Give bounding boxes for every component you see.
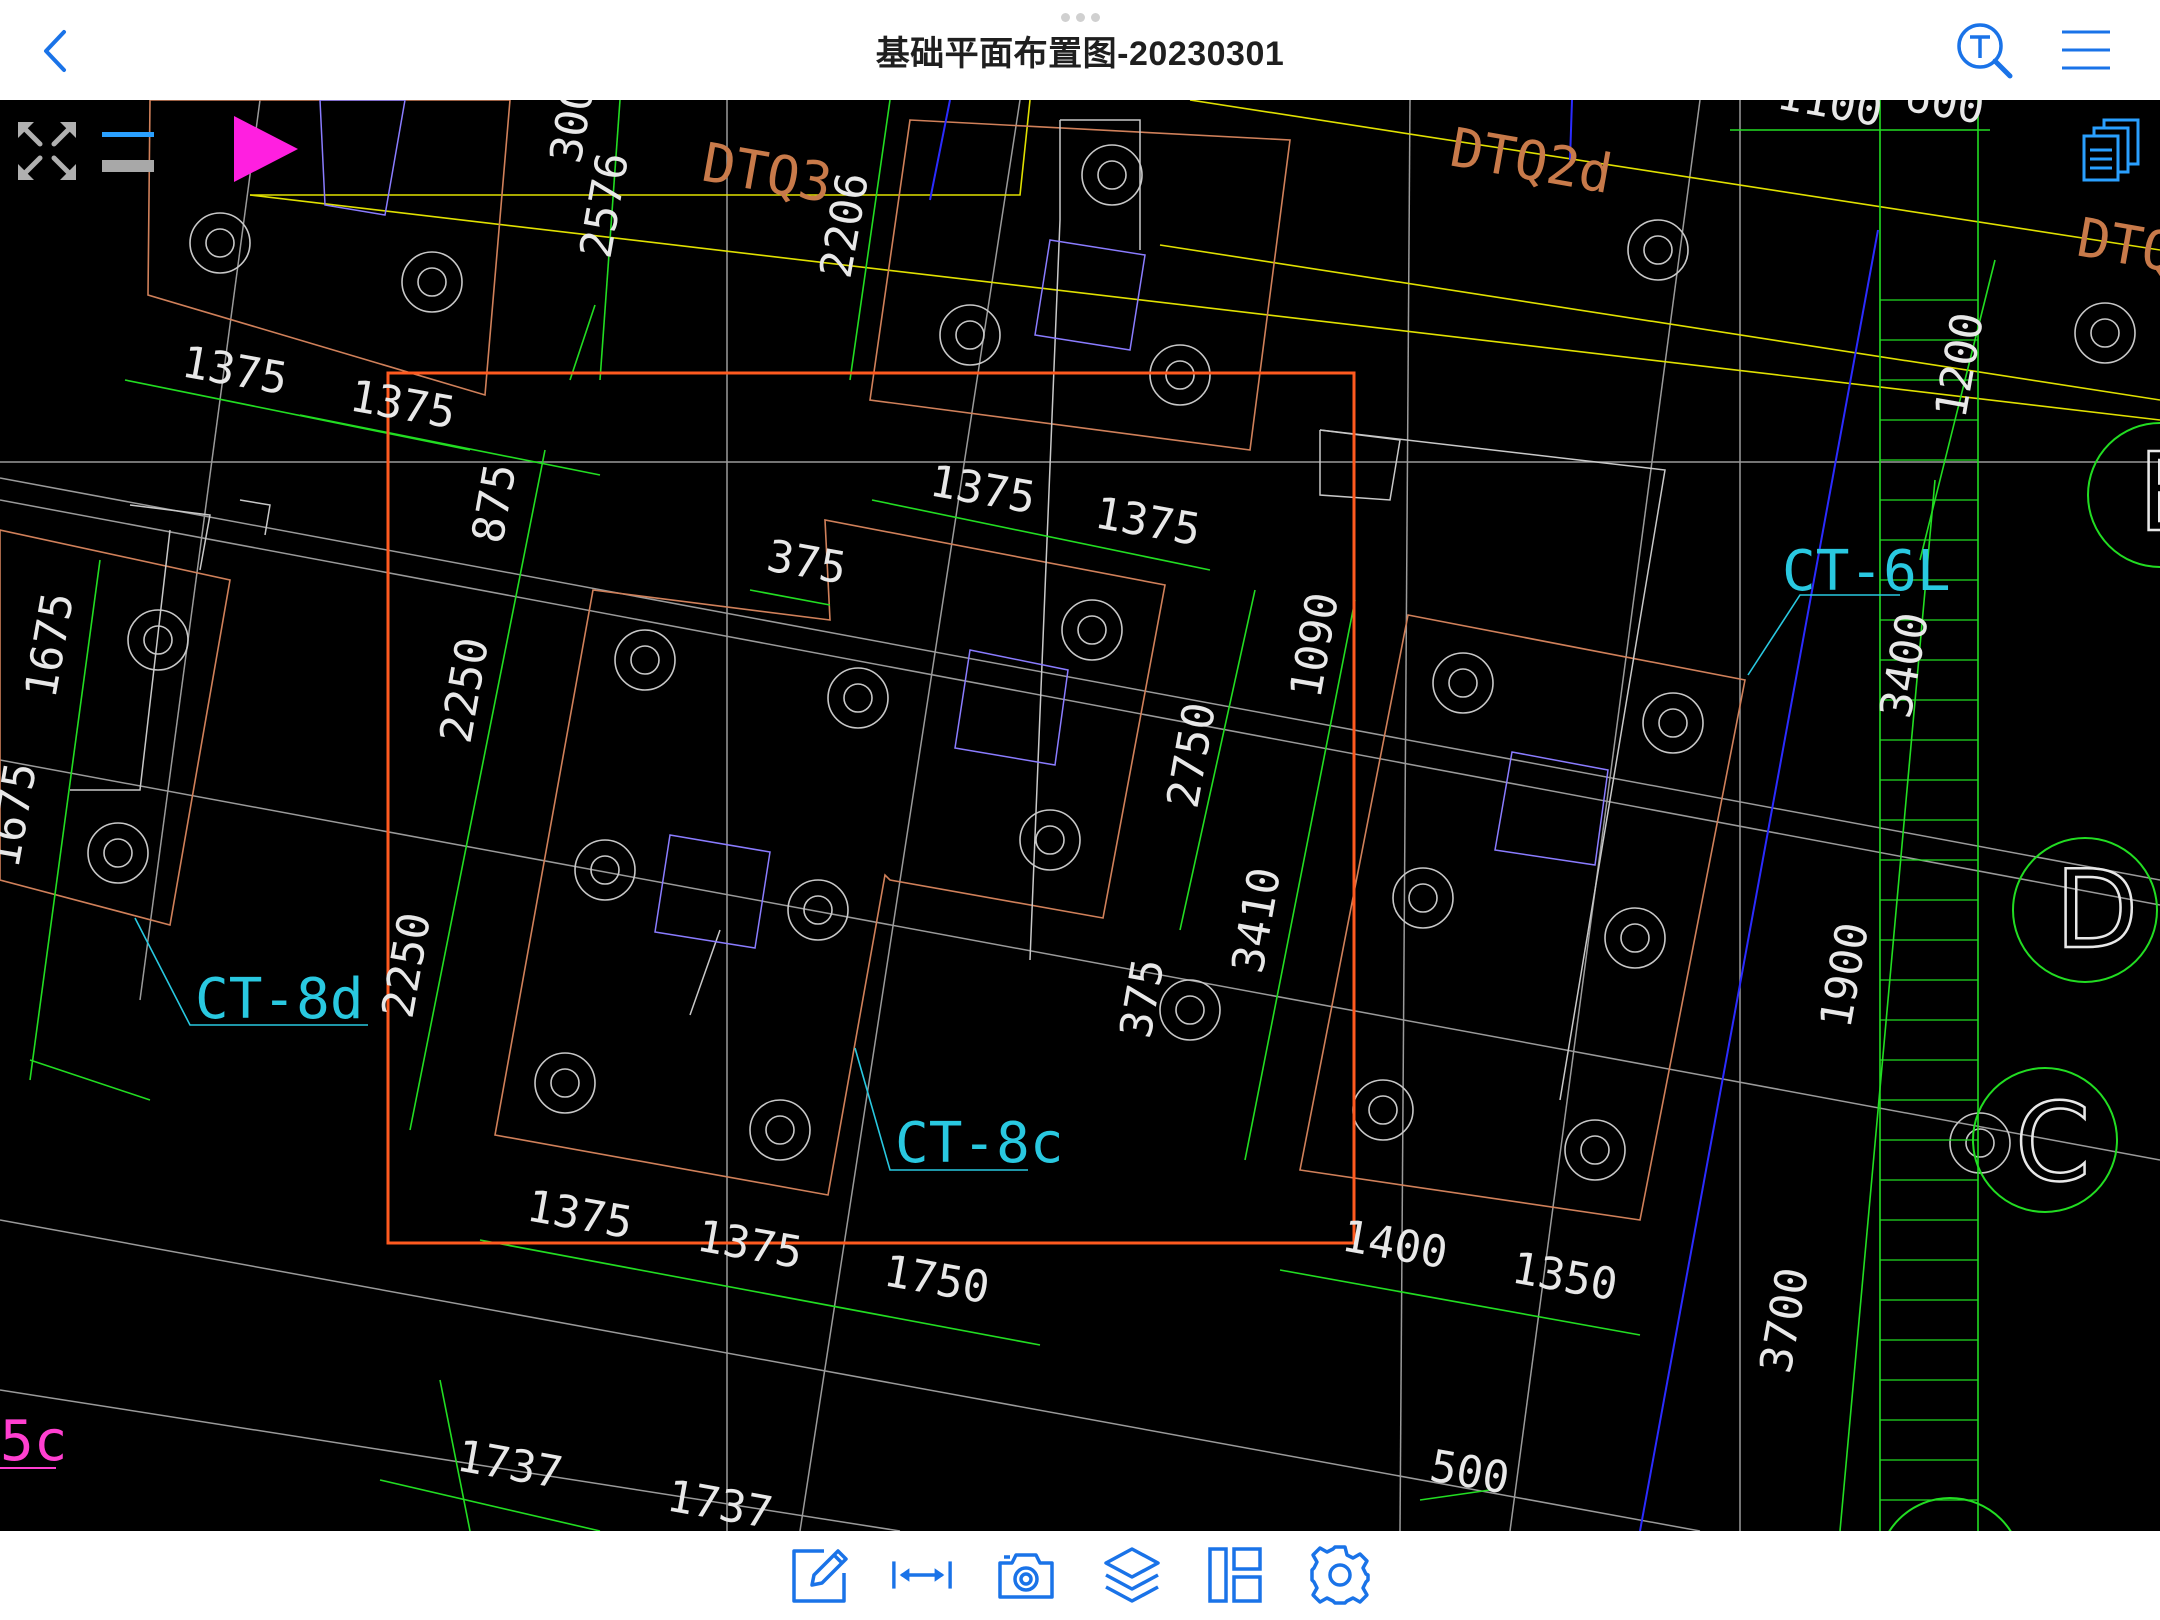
wall-tag: DTQ <box>2073 206 2160 285</box>
play-button[interactable] <box>230 114 302 184</box>
text-search-icon <box>1957 23 2013 79</box>
gear-icon <box>1310 1545 1370 1605</box>
footing-tags: CT-8d CT-8c CT-6L <box>195 539 1951 1176</box>
blue-axis-line <box>929 100 1879 1531</box>
annotate-button[interactable] <box>788 1543 852 1607</box>
selection-box[interactable] <box>386 371 1356 1245</box>
dim-text: 1737 <box>453 1431 566 1500</box>
axis-letters: D C E <box>2014 430 2160 1208</box>
dim-text: 1737 <box>663 1471 776 1531</box>
play-triangle-icon <box>234 116 298 182</box>
dim-text: 1350 <box>1508 1243 1621 1312</box>
dim-text: 1675 <box>0 759 47 872</box>
dim-text: 1100 <box>1773 100 1886 137</box>
dim-text: 2750 <box>1158 699 1227 812</box>
dimension-ladder <box>1880 299 1978 1501</box>
dim-text: 1750 <box>880 1246 993 1315</box>
dim-text: 1375 <box>1091 488 1204 557</box>
camera-button[interactable] <box>994 1543 1058 1607</box>
camera-icon <box>998 1553 1054 1599</box>
settings-button[interactable] <box>1308 1543 1372 1607</box>
tag-leaders <box>134 594 1900 1171</box>
footing-tag: CT-8d <box>195 967 364 1032</box>
measure-distance-icon <box>892 1561 952 1589</box>
measure-button[interactable] <box>890 1543 954 1607</box>
wall-tag: DTQ3 <box>698 131 837 216</box>
window-grabber[interactable] <box>1057 13 1103 22</box>
line-weight-icon <box>102 132 154 172</box>
cad-drawing: 1375 1375 300 2576 2206 875 1375 1375 37… <box>0 100 2160 1531</box>
footing-tag: CT-6L <box>1782 539 1951 604</box>
grid-lines <box>0 100 2160 1531</box>
axis-label: C <box>2015 1081 2090 1206</box>
layers-button[interactable] <box>1100 1543 1164 1607</box>
dim-text: 875 <box>463 460 527 547</box>
wall-tags: DTQ3 DTQ2d DTQ <box>698 116 2160 285</box>
dim-text: 1900 <box>1811 919 1880 1032</box>
wall-tag: DTQ2d <box>1446 116 1617 206</box>
dim-text: 3410 <box>1223 864 1292 977</box>
expand-arrows-icon <box>18 122 76 180</box>
dim-text: 1375 <box>523 1181 636 1250</box>
layouts-button[interactable] <box>2082 118 2142 184</box>
fullscreen-button[interactable] <box>14 118 80 184</box>
hamburger-menu-icon <box>2062 30 2110 70</box>
dim-text: 1375 <box>693 1211 806 1280</box>
dim-text: 3400 <box>1871 609 1940 722</box>
layout-button[interactable] <box>1204 1543 1268 1607</box>
dim-text: 1200 <box>1926 309 1995 422</box>
document-stack-icon <box>2082 118 2140 182</box>
dim-text: 375 <box>763 531 850 595</box>
menu-button[interactable] <box>2060 28 2112 72</box>
cad-drawing-canvas[interactable]: 1375 1375 300 2576 2206 875 1375 1375 37… <box>0 100 2160 1531</box>
line-weight-button[interactable] <box>100 122 158 180</box>
page-title: 基础平面布置图-20230301 <box>875 35 1285 73</box>
pencil-edit-icon <box>792 1549 848 1603</box>
bottom-toolbar <box>0 1531 2160 1620</box>
dim-text: 500 <box>1426 1441 1513 1505</box>
dim-text: 1675 <box>16 589 85 702</box>
dim-text: 2250 <box>373 909 442 1022</box>
dimension-lines <box>29 100 1996 1531</box>
dim-text: 1400 <box>1338 1211 1451 1280</box>
axis-label: E <box>2138 431 2160 556</box>
layout-panels-icon <box>1208 1547 1262 1603</box>
axis-label: D <box>2055 848 2138 973</box>
layers-icon <box>1104 1547 1160 1603</box>
footing-tag: CT-8c <box>895 1111 1064 1176</box>
top-navigation-bar: 基础平面布置图-20230301 <box>0 0 2160 100</box>
partial-label: 5c <box>0 1409 67 1474</box>
dim-text: 3700 <box>1751 1264 1820 1377</box>
text-search-button[interactable] <box>1954 20 2016 82</box>
